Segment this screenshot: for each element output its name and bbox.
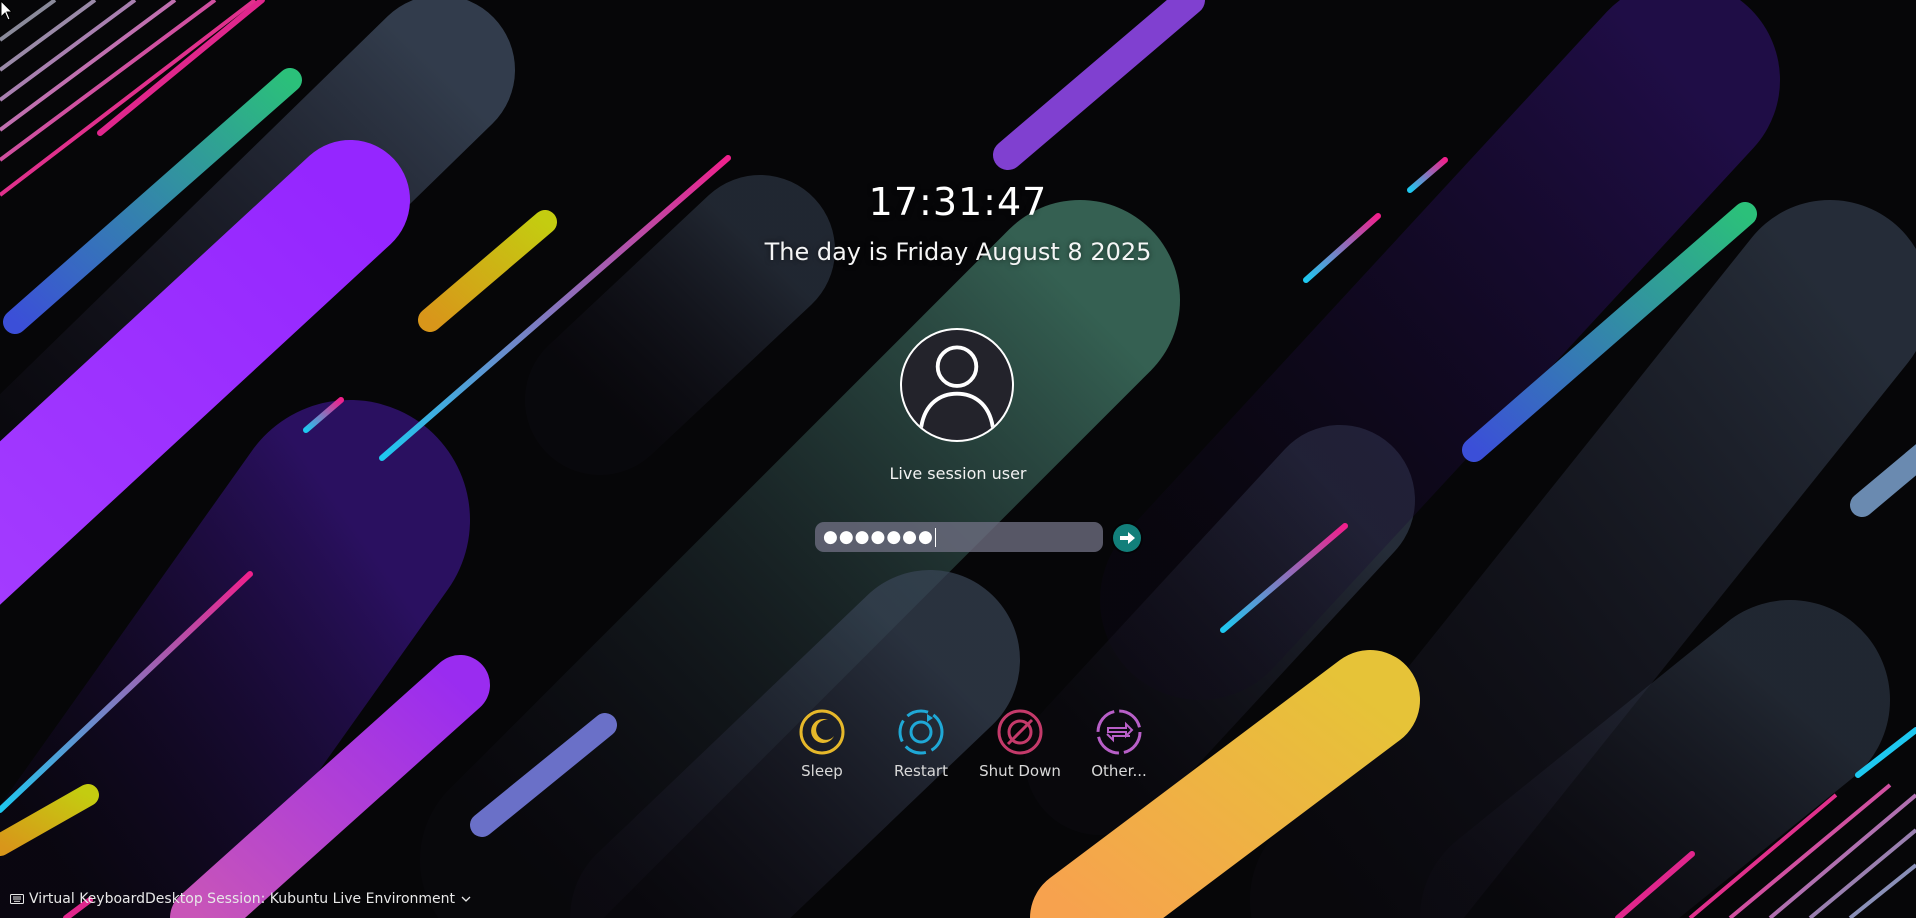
virtual-keyboard-label: Virtual Keyboard <box>29 891 146 907</box>
other-button[interactable]: Other... <box>1074 708 1164 780</box>
shutdown-label: Shut Down <box>979 762 1061 780</box>
sleep-button[interactable]: Sleep <box>777 708 867 780</box>
power-actions: Sleep Restart Shut Down Other... <box>777 708 1147 788</box>
desktop-session-selector[interactable]: Desktop Session: Kubuntu Live Environmen… <box>145 891 471 907</box>
arrow-right-icon <box>1120 532 1135 544</box>
restart-icon <box>898 709 944 755</box>
restart-button[interactable]: Restart <box>876 708 966 780</box>
login-button[interactable] <box>1113 524 1141 552</box>
sleep-label: Sleep <box>801 762 843 780</box>
shutdown-button[interactable]: Shut Down <box>975 708 1065 780</box>
password-field[interactable]: ●●●●●●● <box>815 522 1103 552</box>
keyboard-icon <box>10 894 24 904</box>
text-caret <box>934 527 936 547</box>
bottom-bar: Virtual Keyboard Desktop Session: Kubunt… <box>0 882 600 918</box>
moon-icon <box>799 709 845 755</box>
restart-label: Restart <box>894 762 948 780</box>
clock: 17:31:47 <box>868 180 1048 224</box>
chevron-down-icon <box>461 896 471 902</box>
mouse-pointer-icon <box>0 0 12 21</box>
password-dots: ●●●●●●● <box>823 527 934 547</box>
date-label: The day is Friday August 8 2025 <box>764 238 1152 266</box>
other-label: Other... <box>1091 762 1147 780</box>
desktop-session-label: Desktop Session: Kubuntu Live Environmen… <box>145 891 456 907</box>
virtual-keyboard-button[interactable]: Virtual Keyboard <box>10 891 145 907</box>
username-label: Live session user <box>889 464 1027 483</box>
avatar <box>900 328 1014 442</box>
lock-screen: 17:31:47 The day is Friday August 8 2025… <box>0 0 1916 918</box>
switch-user-icon <box>1096 709 1142 755</box>
power-icon <box>997 709 1043 755</box>
user-icon <box>919 345 995 429</box>
